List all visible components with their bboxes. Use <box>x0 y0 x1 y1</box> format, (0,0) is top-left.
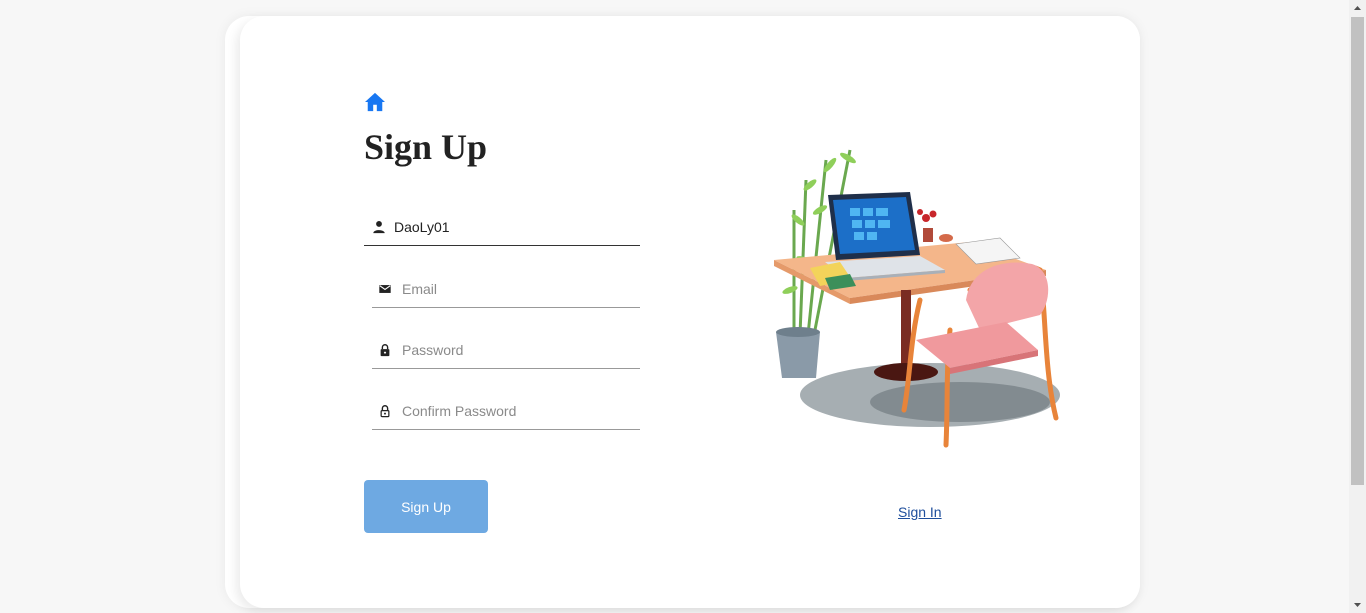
confirm-password-underline <box>372 429 640 430</box>
confirm-password-field <box>372 394 640 430</box>
person-icon <box>373 221 385 234</box>
email-field <box>372 272 640 308</box>
email-input[interactable] <box>402 272 634 306</box>
email-underline <box>372 307 640 308</box>
password-underline <box>372 368 640 369</box>
signin-link[interactable]: Sign In <box>898 504 942 520</box>
signup-button[interactable]: Sign Up <box>364 480 488 533</box>
username-field <box>364 210 640 246</box>
mail-icon <box>379 285 391 293</box>
username-input[interactable] <box>394 210 634 244</box>
scroll-up-arrow-icon[interactable] <box>1349 0 1366 17</box>
username-underline <box>364 245 640 246</box>
vertical-scrollbar[interactable] <box>1349 0 1366 613</box>
page-title: Sign Up <box>364 127 488 167</box>
scroll-down-arrow-icon[interactable] <box>1349 596 1366 613</box>
confirm-password-input[interactable] <box>402 394 634 428</box>
password-input[interactable] <box>402 333 634 367</box>
scrollbar-thumb[interactable] <box>1351 17 1364 485</box>
home-icon[interactable] <box>364 92 386 112</box>
password-field <box>372 333 640 369</box>
lock-icon <box>380 344 390 357</box>
desk-illustration <box>774 149 1060 448</box>
lock-outline-icon <box>380 405 390 418</box>
